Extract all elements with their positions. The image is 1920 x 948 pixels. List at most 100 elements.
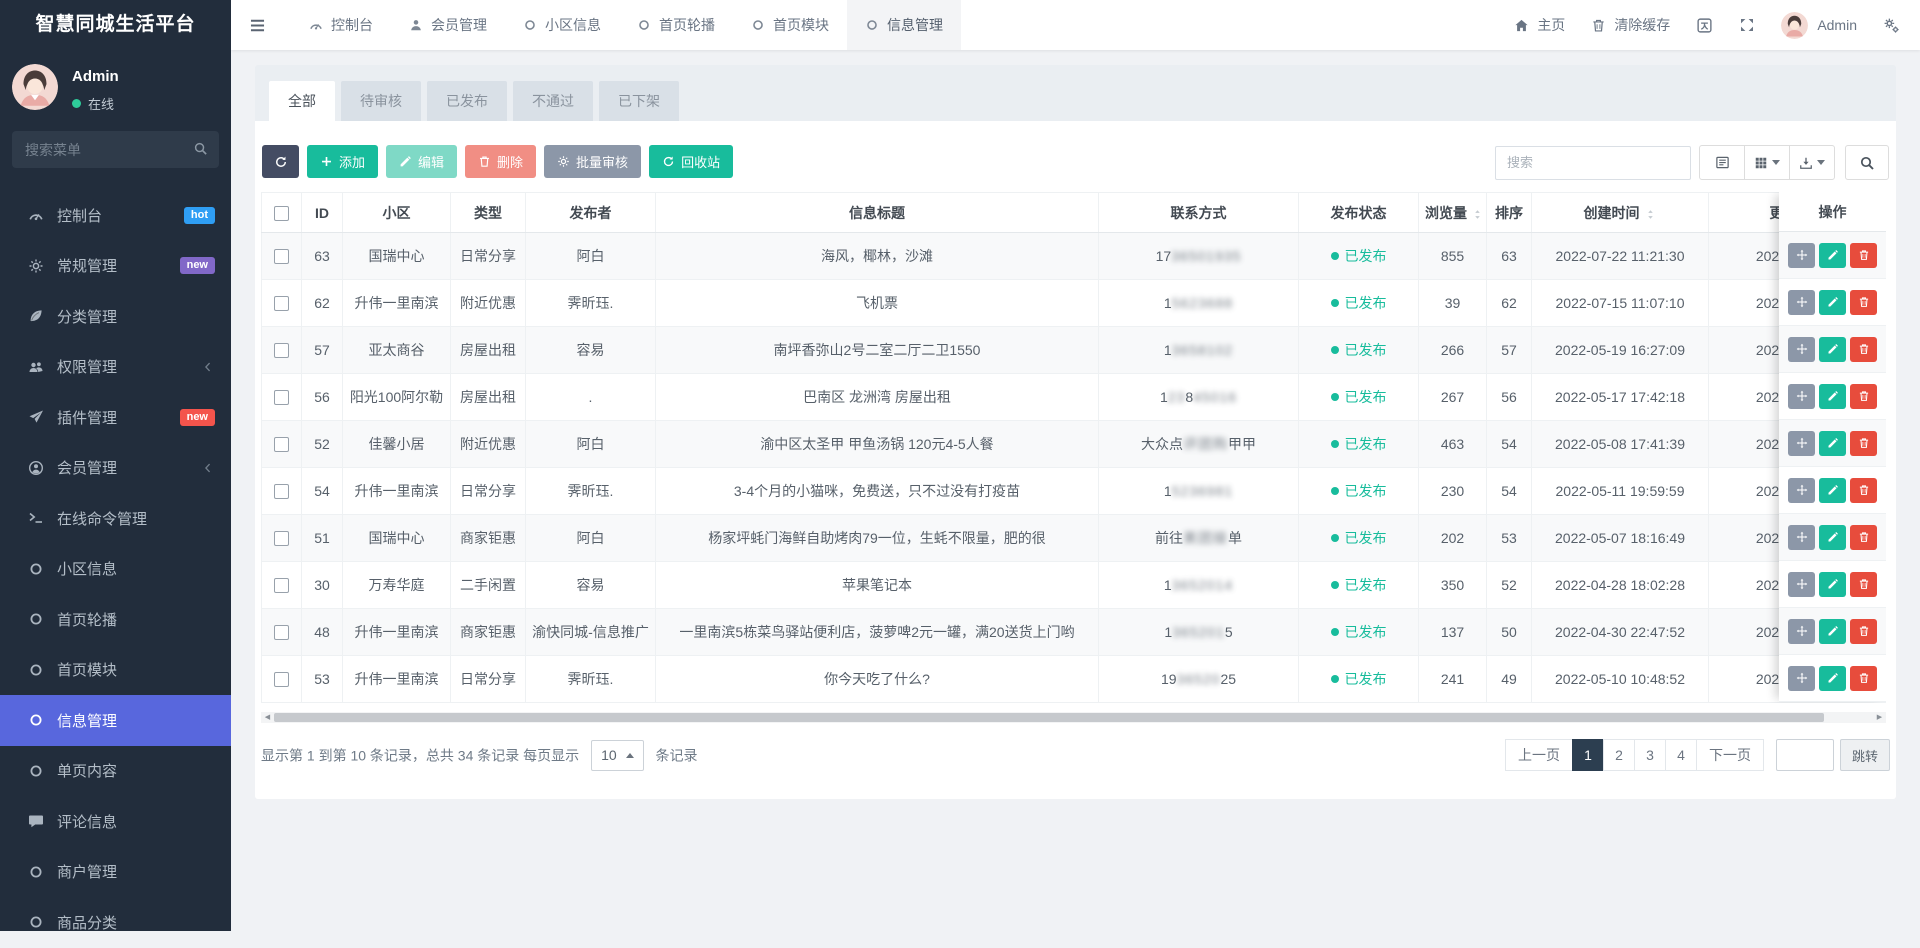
fullscreen-icon[interactable] (1739, 17, 1755, 33)
topnav-home-carousel[interactable]: 首页轮播 (619, 0, 733, 50)
col-header-checkbox[interactable] (262, 193, 302, 233)
user-avatar[interactable] (12, 64, 58, 110)
topnav-home-module[interactable]: 首页模块 (733, 0, 847, 50)
horizontal-scrollbar[interactable]: ◀ ▶ (261, 712, 1886, 723)
row-edit-button[interactable] (1819, 431, 1846, 456)
row-move-button[interactable] (1788, 337, 1815, 362)
recycle-bin-button[interactable]: 回收站 (649, 145, 733, 178)
row-edit-button[interactable] (1819, 337, 1846, 362)
tab-全部[interactable]: 全部 (269, 81, 335, 121)
sidebar-item-console[interactable]: 控制台hot (0, 190, 231, 241)
sidebar-item-goods-category[interactable]: 商品分类 (0, 897, 231, 948)
row-delete-button[interactable] (1850, 243, 1877, 268)
row-checkbox[interactable] (274, 625, 289, 640)
batch-audit-button[interactable]: 批量审核 (544, 145, 641, 178)
row-checkbox[interactable] (274, 484, 289, 499)
delete-button[interactable]: 删除 (465, 145, 536, 178)
scrollbar-thumb[interactable] (274, 713, 1824, 722)
row-checkbox[interactable] (274, 343, 289, 358)
row-edit-button[interactable] (1819, 243, 1846, 268)
row-edit-button[interactable] (1819, 572, 1846, 597)
row-edit-button[interactable] (1819, 478, 1846, 503)
row-edit-button[interactable] (1819, 666, 1846, 691)
row-delete-button[interactable] (1850, 525, 1877, 550)
row-edit-button[interactable] (1819, 290, 1846, 315)
row-checkbox[interactable] (274, 390, 289, 405)
row-move-button[interactable] (1788, 619, 1815, 644)
columns-button[interactable] (1744, 145, 1790, 180)
sidebar-item-home-module[interactable]: 首页模块 (0, 645, 231, 696)
sidebar-search-input[interactable] (12, 131, 219, 168)
topnav-member-manage[interactable]: 会员管理 (391, 0, 505, 50)
sidebar-item-permission-manage[interactable]: 权限管理 (0, 342, 231, 393)
sidebar-item-online-command[interactable]: 在线命令管理 (0, 493, 231, 544)
row-checkbox[interactable] (274, 296, 289, 311)
row-delete-button[interactable] (1850, 619, 1877, 644)
settings-cogs-icon[interactable] (1883, 17, 1900, 34)
scroll-left-arrow-icon[interactable]: ◀ (261, 712, 274, 723)
row-checkbox[interactable] (274, 578, 289, 593)
row-move-button[interactable] (1788, 525, 1815, 550)
row-delete-button[interactable] (1850, 337, 1877, 362)
sidebar-item-home-carousel[interactable]: 首页轮播 (0, 594, 231, 645)
row-edit-button[interactable] (1819, 619, 1846, 644)
page-button-4[interactable]: 4 (1665, 739, 1697, 771)
prev-page-button[interactable]: 上一页 (1505, 739, 1573, 771)
tab-不通过[interactable]: 不通过 (513, 81, 593, 121)
tab-待审核[interactable]: 待审核 (341, 81, 421, 121)
clear-cache-button[interactable]: 清除缓存 (1591, 15, 1670, 35)
row-move-button[interactable] (1788, 290, 1815, 315)
row-checkbox[interactable] (274, 249, 289, 264)
row-delete-button[interactable] (1850, 572, 1877, 597)
tab-已下架[interactable]: 已下架 (599, 81, 679, 121)
row-checkbox[interactable] (274, 531, 289, 546)
page-button-1[interactable]: 1 (1572, 739, 1604, 771)
search-submit-button[interactable] (1845, 145, 1889, 180)
sidebar-item-comment-info[interactable]: 评论信息 (0, 796, 231, 847)
edit-button[interactable]: 编辑 (386, 145, 457, 178)
topnav-console[interactable]: 控制台 (291, 0, 391, 50)
row-move-button[interactable] (1788, 243, 1815, 268)
sidebar-item-general-manage[interactable]: 常规管理new (0, 241, 231, 292)
row-delete-button[interactable] (1850, 290, 1877, 315)
topnav-info-manage[interactable]: 信息管理 (847, 0, 961, 50)
row-delete-button[interactable] (1850, 666, 1877, 691)
card-view-button[interactable] (1699, 145, 1745, 180)
per-page-select[interactable]: 10 (591, 740, 644, 771)
refresh-button[interactable] (262, 145, 299, 178)
row-checkbox[interactable] (274, 437, 289, 452)
jump-page-input[interactable] (1776, 739, 1834, 771)
row-edit-button[interactable] (1819, 384, 1846, 409)
jump-button[interactable]: 跳转 (1840, 739, 1890, 771)
scroll-right-arrow-icon[interactable]: ▶ (1873, 712, 1886, 723)
language-icon[interactable] (1696, 17, 1713, 34)
sidebar-item-member-manage[interactable]: 会员管理 (0, 443, 231, 494)
sidebar-item-merchant-manage[interactable]: 商户管理 (0, 847, 231, 898)
user-menu[interactable]: Admin (1781, 12, 1857, 39)
row-checkbox[interactable] (274, 672, 289, 687)
table-search-input[interactable] (1495, 146, 1691, 180)
row-move-button[interactable] (1788, 666, 1815, 691)
hamburger-menu-icon[interactable] (231, 0, 283, 50)
col-header-created[interactable]: 创建时间 (1532, 193, 1709, 233)
row-move-button[interactable] (1788, 431, 1815, 456)
sidebar-item-plugin-manage[interactable]: 插件管理new (0, 392, 231, 443)
home-link[interactable]: 主页 (1514, 15, 1565, 35)
topnav-community-info[interactable]: 小区信息 (505, 0, 619, 50)
page-button-3[interactable]: 3 (1634, 739, 1666, 771)
sidebar-item-category-manage[interactable]: 分类管理 (0, 291, 231, 342)
row-delete-button[interactable] (1850, 384, 1877, 409)
select-all-checkbox[interactable] (274, 206, 289, 221)
row-move-button[interactable] (1788, 572, 1815, 597)
page-button-2[interactable]: 2 (1603, 739, 1635, 771)
sidebar-item-single-page[interactable]: 单页内容 (0, 746, 231, 797)
export-button[interactable] (1789, 145, 1835, 180)
col-header-views[interactable]: 浏览量 (1419, 193, 1487, 233)
next-page-button[interactable]: 下一页 (1696, 739, 1764, 771)
row-delete-button[interactable] (1850, 478, 1877, 503)
row-move-button[interactable] (1788, 384, 1815, 409)
row-move-button[interactable] (1788, 478, 1815, 503)
add-button[interactable]: 添加 (307, 145, 378, 178)
row-delete-button[interactable] (1850, 431, 1877, 456)
sidebar-item-info-manage[interactable]: 信息管理 (0, 695, 231, 746)
